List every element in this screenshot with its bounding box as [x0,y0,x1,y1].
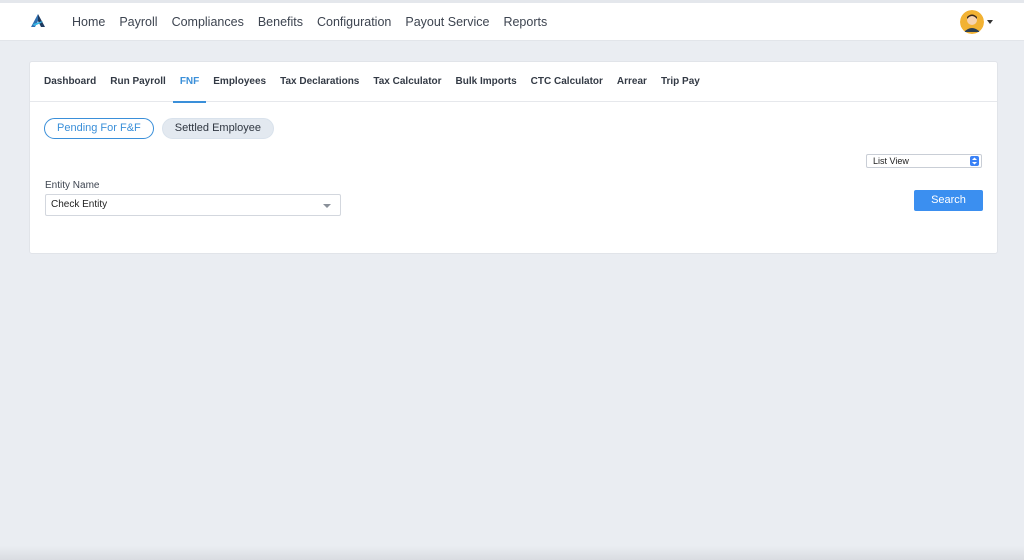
tab-dashboard[interactable]: Dashboard [37,62,103,102]
fnf-filter-toggle: Pending For F&F Settled Employee [44,118,282,139]
nav-payout-service[interactable]: Payout Service [405,15,489,29]
tab-trip-pay[interactable]: Trip Pay [654,62,707,102]
user-menu[interactable] [960,10,993,34]
tab-arrear[interactable]: Arrear [610,62,654,102]
nav-payroll[interactable]: Payroll [119,15,157,29]
view-mode-value: List View [873,156,909,166]
nav-configuration[interactable]: Configuration [317,15,391,29]
chevron-down-icon[interactable] [987,20,993,24]
nav-compliances[interactable]: Compliances [172,15,244,29]
company-logo[interactable] [29,12,47,30]
select-arrows-icon [970,156,979,166]
tab-ctc-calculator[interactable]: CTC Calculator [524,62,610,102]
fnf-card: Dashboard Run Payroll FNF Employees Tax … [29,61,998,254]
nav-benefits[interactable]: Benefits [258,15,303,29]
entity-name-value: Check Entity [51,199,108,210]
nav-reports[interactable]: Reports [503,15,547,29]
settled-employee-button[interactable]: Settled Employee [161,118,274,139]
user-avatar-icon[interactable] [960,10,984,34]
search-button[interactable]: Search [914,190,983,211]
nav-home[interactable]: Home [72,15,105,29]
tab-run-payroll[interactable]: Run Payroll [103,62,173,102]
entity-name-select[interactable]: Check Entity [45,194,341,216]
main-nav: Home Payroll Compliances Benefits Config… [72,3,561,41]
tab-tax-declarations[interactable]: Tax Declarations [273,62,366,102]
tab-bulk-imports[interactable]: Bulk Imports [449,62,524,102]
page-bottom-edge [0,546,1024,560]
pending-ff-button[interactable]: Pending For F&F [44,118,154,139]
chevron-down-icon [323,204,331,208]
view-mode-select[interactable]: List View [866,154,982,168]
sub-tabs: Dashboard Run Payroll FNF Employees Tax … [30,62,997,103]
tab-employees[interactable]: Employees [206,62,273,102]
top-navbar: Home Payroll Compliances Benefits Config… [0,0,1024,41]
tab-tax-calculator[interactable]: Tax Calculator [366,62,448,102]
entity-name-label: Entity Name [45,180,100,191]
tab-fnf[interactable]: FNF [172,62,207,103]
